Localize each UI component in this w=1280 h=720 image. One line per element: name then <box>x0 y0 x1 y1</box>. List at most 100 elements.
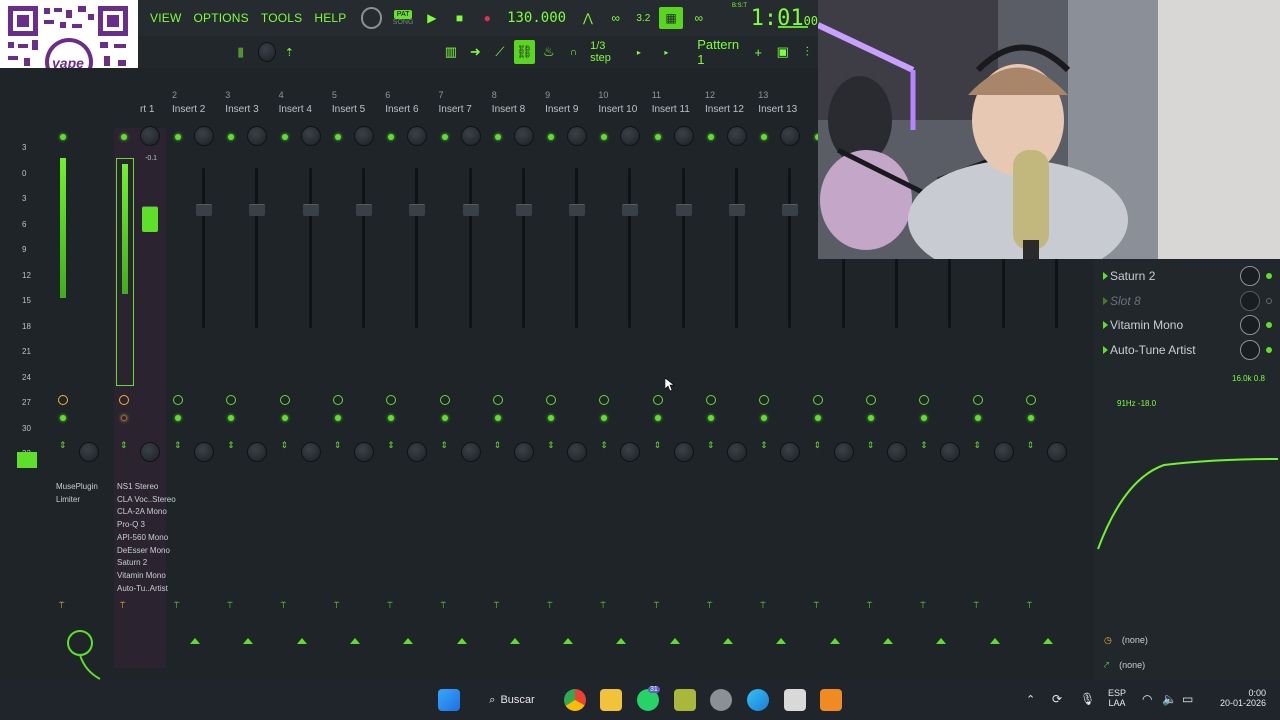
fx-mix-knob[interactable] <box>1240 340 1260 360</box>
plugin-list-item[interactable]: DeEsser Mono <box>117 545 176 558</box>
piano-roll-icon[interactable]: ▥ <box>440 40 462 64</box>
strip-pan-knob[interactable] <box>513 126 534 146</box>
strip-send-arrow-icon[interactable] <box>509 638 520 644</box>
plugin-list-item[interactable]: API-560 Mono <box>117 532 176 545</box>
strip-swap-icon[interactable]: ⇕ <box>974 440 982 450</box>
strip-send-icon[interactable]: ⍡ <box>387 600 395 610</box>
strip-swap-icon[interactable]: ⇕ <box>120 440 128 450</box>
strip-pan-knob[interactable] <box>247 126 268 146</box>
strip-enable-led[interactable] <box>761 134 768 140</box>
mixer-icon[interactable]: ⫶ <box>796 40 818 64</box>
menu-tools[interactable]: TOOLS <box>261 11 302 25</box>
snap-arrow-icon[interactable]: ▸ <box>628 40 650 64</box>
pattern-pick-icon[interactable]: ▮ <box>230 40 252 64</box>
strip-fader-cap[interactable] <box>355 204 372 216</box>
main-pitch-knob[interactable] <box>257 42 276 62</box>
strip-send-arrow-icon[interactable] <box>723 638 733 644</box>
link-icon[interactable]: ⛓ <box>513 40 536 64</box>
taskbar-search-button[interactable]: ⌕ Buscar <box>478 688 546 712</box>
strip-send-arrow-icon[interactable] <box>563 638 574 644</box>
metronome-icon[interactable]: ⋀ <box>576 7 600 29</box>
strip-send-icon[interactable]: ⍡ <box>281 600 289 610</box>
strip-swap-icon[interactable]: ⇕ <box>600 440 608 450</box>
strip-send-icon[interactable]: ⍡ <box>974 600 982 610</box>
mixer-strip-label[interactable]: Insert 8 <box>492 104 525 115</box>
strip-record-led[interactable] <box>761 415 768 421</box>
strip-fader-cap[interactable] <box>569 204 586 216</box>
strip-send-arrow-icon[interactable] <box>829 638 840 644</box>
strip-route-icon[interactable] <box>546 395 557 405</box>
strip-swap-icon[interactable]: ⇕ <box>1027 440 1035 450</box>
strip-swap-icon[interactable]: ⇕ <box>867 440 875 450</box>
mixer-strip-label[interactable]: Insert 13 <box>758 104 797 115</box>
strip-send-arrow-icon[interactable] <box>403 638 414 644</box>
strip-route-icon[interactable] <box>865 395 876 405</box>
countdown-icon[interactable]: 3.2 <box>631 7 655 29</box>
battery-icon[interactable]: ▭ <box>1182 692 1193 706</box>
strip-stereo-knob[interactable] <box>833 442 854 462</box>
strip-stereo-knob[interactable] <box>353 442 374 462</box>
strip-stereo-knob[interactable] <box>886 442 907 462</box>
strip-enable-led[interactable] <box>548 134 555 140</box>
strip-enable-led[interactable] <box>708 134 714 140</box>
strip-stereo-knob[interactable] <box>727 442 747 462</box>
strip-send-icon[interactable]: ⍡ <box>760 600 768 610</box>
strip-pan-knob[interactable] <box>727 126 747 146</box>
strip-stereo-knob[interactable] <box>407 442 428 462</box>
fx-enable-led[interactable] <box>1266 322 1272 328</box>
strip-pan-knob[interactable] <box>620 126 641 146</box>
strip-send-arrow-icon[interactable] <box>243 638 254 644</box>
strip-enable-led[interactable] <box>654 134 661 140</box>
volume-icon[interactable]: 🔈 <box>1162 692 1177 706</box>
strip-pan-knob[interactable] <box>780 126 801 146</box>
strip-pan-knob[interactable] <box>140 126 160 146</box>
menu-options[interactable]: OPTIONS <box>193 11 248 25</box>
strip-stereo-knob[interactable] <box>300 442 321 462</box>
strip-stereo-knob[interactable] <box>940 442 961 462</box>
strip-send-arrow-icon[interactable] <box>989 638 1000 644</box>
strip-pan-knob[interactable] <box>407 126 428 146</box>
mixer-strip-label[interactable]: Insert 6 <box>385 104 418 115</box>
strip-swap-icon[interactable]: ⇕ <box>441 440 449 450</box>
strip-route-icon[interactable] <box>173 395 183 405</box>
tray-chevron-icon[interactable]: ⌃ <box>1026 693 1035 706</box>
file-explorer-icon[interactable] <box>600 689 622 711</box>
chrome-icon[interactable] <box>564 689 586 711</box>
insert1-fader-cap[interactable] <box>142 206 158 232</box>
strip-enable-led[interactable] <box>441 134 448 140</box>
fl-studio-helper-icon[interactable] <box>674 689 696 711</box>
strip-swap-icon[interactable]: ⇕ <box>814 440 822 450</box>
settings-icon[interactable] <box>710 689 732 711</box>
plugin-list-item[interactable]: CLA Voc..Stereo <box>117 494 176 507</box>
edge-icon[interactable] <box>747 689 769 711</box>
strip-stereo-knob[interactable] <box>140 442 160 462</box>
fx-mix-knob[interactable] <box>1240 315 1260 335</box>
strip-send-arrow-icon[interactable] <box>296 638 307 644</box>
strip-route-icon[interactable] <box>759 395 770 405</box>
strip-fader-cap[interactable] <box>515 204 532 216</box>
strip-enable-led[interactable] <box>334 134 341 140</box>
strip-stereo-knob[interactable] <box>513 442 534 462</box>
strip-send-icon[interactable]: ⍡ <box>867 600 875 610</box>
strip-pan-knob[interactable] <box>567 126 588 146</box>
strip-route-icon[interactable] <box>972 395 983 405</box>
strip-send-icon[interactable]: ⍡ <box>120 600 128 610</box>
strip-swap-icon[interactable]: ⇕ <box>760 440 768 450</box>
plugin-list-item[interactable]: NS1 Stereo <box>117 481 176 494</box>
strip-send-arrow-icon[interactable] <box>190 638 200 644</box>
strip-stereo-knob[interactable] <box>673 442 694 462</box>
strip-send-icon[interactable]: ⍡ <box>441 600 449 610</box>
strip-enable-led[interactable] <box>281 134 288 140</box>
strip-record-led[interactable] <box>441 415 448 421</box>
fx-enable-led[interactable] <box>1266 298 1272 304</box>
windows-start-icon[interactable] <box>438 689 460 711</box>
strip-fader-cap[interactable] <box>675 204 692 216</box>
strip-record-led[interactable] <box>814 415 821 421</box>
strip-record-led[interactable] <box>281 415 288 421</box>
plugin-list-item[interactable]: Limiter <box>56 494 98 507</box>
strip-swap-icon[interactable]: ⇕ <box>387 440 395 450</box>
strip-enable-led[interactable] <box>601 134 608 140</box>
strip-record-led[interactable] <box>974 415 981 421</box>
pattern-selector[interactable]: Pattern 1 <box>697 37 744 67</box>
mixer-strip-label[interactable]: Insert 7 <box>439 104 472 115</box>
